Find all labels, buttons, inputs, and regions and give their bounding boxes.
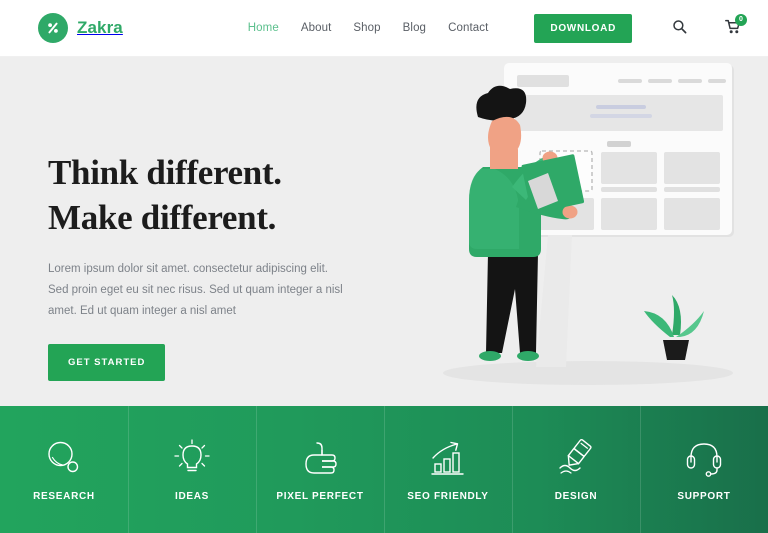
cart-count-badge: 0 [735,13,747,26]
feature-label: SEO FRIENDLY [407,491,489,502]
hero-section: Think different. Make different. Lorem i… [0,57,768,406]
feature-bar: RESEARCH IDEAS PIXEL PERFECT SEO FRIENDL… [0,406,768,533]
hero-title-line-1: Think different. [48,153,282,192]
feature-item-research[interactable]: RESEARCH [0,406,128,533]
main-navigation: Home About Shop Blog Contact DOWNLOAD 0 [248,13,768,43]
bar-chart-arrow-icon [428,437,468,479]
landing-page: Zakra Home About Shop Blog Contact DOWNL… [0,0,768,533]
brand-logo[interactable]: Zakra [38,13,123,43]
hero-paragraph-line-3: amet. Ed ut quam integer a nisl amet [48,305,236,318]
nav-item-shop[interactable]: Shop [353,22,380,34]
feature-label: DESIGN [554,491,598,502]
hero-copy: Think different. Make different. Lorem i… [48,151,378,382]
hero-title: Think different. Make different. [48,151,378,241]
lightbulb-icon [172,437,212,479]
feature-label: PIXEL PERFECT [276,491,364,502]
site-header: Zakra Home About Shop Blog Contact DOWNL… [0,0,768,57]
get-started-button[interactable]: GET STARTED [48,344,166,382]
feature-item-seo-friendly[interactable]: SEO FRIENDLY [384,406,512,533]
brand-name: Zakra [77,18,123,37]
nav-item-home[interactable]: Home [248,22,279,34]
magnifier-icon [44,437,84,479]
search-button[interactable] [672,19,687,37]
thumbs-up-icon [300,437,340,479]
feature-item-design[interactable]: DESIGN [512,406,640,533]
hero-title-line-2: Make different. [48,197,277,237]
feature-label: RESEARCH [33,491,95,502]
hero-illustration [420,57,768,406]
feature-label: SUPPORT [677,491,731,502]
marker-pen-icon [556,437,596,479]
search-icon [672,19,687,37]
hero-paragraph-line-1: Lorem ipsum dolor sit amet. consectetur … [48,262,328,275]
percent-logo-icon [38,13,68,43]
download-button[interactable]: DOWNLOAD [534,13,632,43]
nav-item-contact[interactable]: Contact [448,22,488,34]
nav-item-about[interactable]: About [301,22,332,34]
nav-item-blog[interactable]: Blog [403,22,426,34]
hero-paragraph-line-2: Sed proin eget eu sit nec risus. Sed ut … [48,283,343,296]
feature-label: IDEAS [174,491,210,502]
headset-icon [684,437,724,479]
feature-item-pixel-perfect[interactable]: PIXEL PERFECT [256,406,384,533]
cart-button[interactable]: 0 [725,13,747,38]
hero-paragraph: Lorem ipsum dolor sit amet. consectetur … [48,259,378,323]
feature-item-support[interactable]: SUPPORT [640,406,768,533]
feature-item-ideas[interactable]: IDEAS [128,406,256,533]
